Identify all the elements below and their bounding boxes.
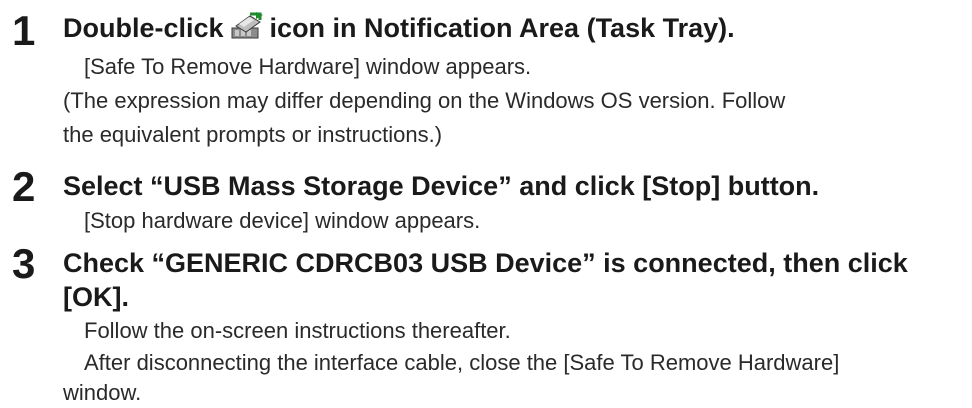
- step-title: Select “USB Mass Storage Device” and cli…: [63, 171, 820, 201]
- step-number: 2: [12, 163, 36, 210]
- step-body-line: window.: [63, 380, 142, 405]
- step-title: [OK].: [63, 282, 129, 312]
- step-number: 1: [12, 7, 36, 54]
- step-body-line: [Safe To Remove Hardware] window appears…: [84, 54, 532, 79]
- step-title-text: icon in Notification Area (Task Tray).: [269, 13, 735, 43]
- step-body-line: [Stop hardware device] window appears.: [84, 208, 481, 233]
- step-body-line: (The expression may differ depending on …: [63, 88, 786, 113]
- step-title: Check “GENERIC CDRCB03 USB Device” is co…: [63, 248, 908, 278]
- step-body-line: Follow the on-screen instructions therea…: [84, 318, 511, 343]
- safe-remove-hardware-icon: [231, 11, 263, 39]
- instruction-steps: 1 Double-click icon in Notification Area…: [0, 0, 972, 408]
- step-title-text: Double-click: [63, 13, 224, 43]
- step-number: 3: [12, 240, 36, 287]
- step-title: Double-click icon in Notification Area (…: [63, 11, 735, 45]
- step-body-line: the equivalent prompts or instructions.): [63, 122, 443, 147]
- step-body-line: After disconnecting the interface cable,…: [84, 350, 840, 375]
